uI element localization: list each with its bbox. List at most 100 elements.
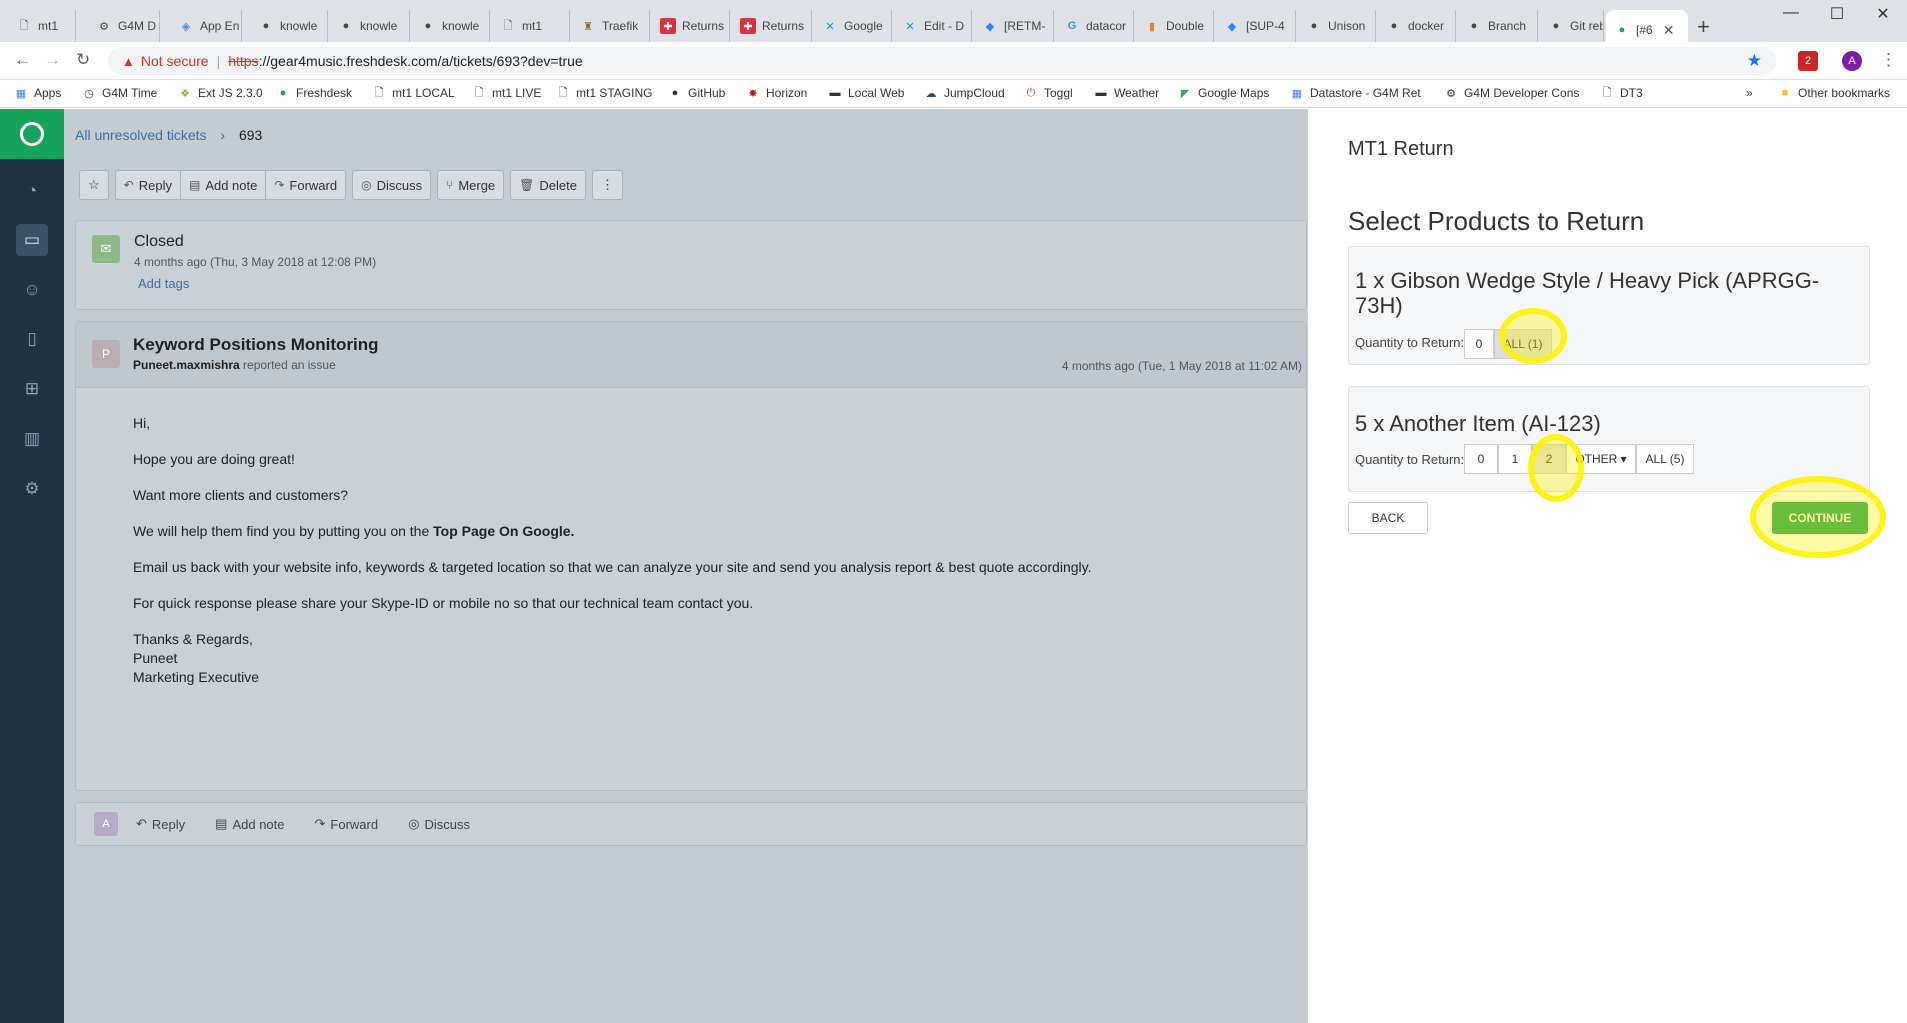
browser-tab[interactable]: ◆ [RETM-: [974, 10, 1054, 42]
browser-tab[interactable]: ✕ Google: [814, 10, 892, 42]
new-tab-button[interactable]: +: [1697, 14, 1710, 40]
dashboard-icon[interactable]: ◔: [16, 175, 48, 207]
forward-button[interactable]: ↷ Forward: [266, 170, 347, 200]
forums-icon[interactable]: ⊞: [16, 373, 48, 405]
browser-tab[interactable]: ✕ Edit - D: [894, 10, 972, 42]
bookmark-apps[interactable]: ▦ Apps: [14, 86, 62, 100]
bookmark-item[interactable]: ⏻ Toggl: [1024, 86, 1073, 100]
not-secure-label[interactable]: Not secure: [141, 53, 209, 69]
browser-tab[interactable]: ● Branch: [1458, 10, 1538, 42]
browser-tab[interactable]: 🗋 mt1: [8, 10, 76, 42]
quantity-option[interactable]: ALL (5): [1636, 444, 1694, 474]
freshdesk-icon: ●: [1618, 24, 1626, 36]
profile-avatar[interactable]: A: [1842, 51, 1862, 71]
window-close-button[interactable]: ✕: [1860, 4, 1906, 24]
url-path: ://gear4music.freshdesk.com/a/tickets/69…: [258, 53, 583, 69]
bookmark-item[interactable]: ▦ Datastore - G4M Ret: [1290, 86, 1421, 100]
bookmark-item[interactable]: ⚙ G4M Developer Cons: [1444, 86, 1579, 100]
add-note-button[interactable]: ▤ Add note: [180, 170, 267, 200]
bookmark-item[interactable]: 🗋 mt1 STAGING: [556, 86, 653, 100]
browser-tab[interactable]: 🗋 mt1: [492, 10, 570, 42]
reply-icon: ↶: [123, 178, 134, 192]
bookmark-item[interactable]: ❖ Ext JS 2.3.0: [178, 86, 263, 100]
merge-button[interactable]: ⑂ Merge: [437, 170, 505, 200]
browser-tab[interactable]: ♜ Traefik: [572, 10, 650, 42]
star-button[interactable]: ☆: [79, 170, 109, 200]
discuss-icon: ◎: [408, 816, 420, 831]
bookmark-item[interactable]: ● Freshdesk: [276, 86, 352, 100]
returns-icon: ✚: [660, 18, 676, 34]
bookmark-item[interactable]: 🗋 mt1 LOCAL: [372, 86, 455, 100]
bookmark-item[interactable]: ✸ Horizon: [746, 86, 807, 100]
bookmark-item[interactable]: ◤ Google Maps: [1178, 86, 1270, 100]
browser-tab[interactable]: ✚ Returns: [732, 10, 812, 42]
settings-gear-icon[interactable]: ⚙: [16, 473, 48, 505]
continue-button[interactable]: CONTINUE: [1772, 502, 1868, 534]
forward-button[interactable]: ↷ Forward: [315, 816, 379, 832]
returns-icon: ✚: [740, 18, 756, 34]
extension-icon[interactable]: 2: [1798, 51, 1818, 71]
discuss-button[interactable]: ◎ Discuss: [352, 170, 432, 200]
freshdesk-logo[interactable]: [0, 109, 64, 159]
back-button[interactable]: BACK: [1348, 502, 1428, 534]
browser-tab[interactable]: ▮ Double: [1136, 10, 1214, 42]
quantity-option[interactable]: 0: [1464, 444, 1498, 474]
ticket-message-card: P Keyword Positions Monitoring Puneet.ma…: [75, 321, 1307, 791]
close-tab-icon[interactable]: ✕: [1663, 22, 1675, 39]
menu-kebab-icon[interactable]: ⋮: [1880, 50, 1897, 70]
browser-tab[interactable]: ● Git reb: [1540, 10, 1604, 42]
url-input[interactable]: ▲ Not secure | https ://gear4music.fresh…: [108, 47, 1776, 75]
bookmark-star-icon[interactable]: ★: [1747, 51, 1762, 71]
bookmark-item[interactable]: ▬ Weather: [1094, 86, 1160, 100]
contacts-icon[interactable]: ☺: [16, 274, 48, 306]
minimize-button[interactable]: —: [1768, 4, 1814, 22]
browser-tab[interactable]: ● knowle: [412, 10, 490, 42]
reply-bar: A ↶ Reply ▤ Add note ↷ Forward ◎ Discuss: [75, 802, 1307, 846]
maximize-button[interactable]: ☐: [1814, 4, 1860, 24]
discuss-button[interactable]: ◎ Discuss: [408, 816, 470, 832]
browser-tab[interactable]: ● knowle: [330, 10, 410, 42]
quantity-option-selected[interactable]: ALL (1): [1494, 329, 1552, 359]
other-bookmarks[interactable]: ■ Other bookmarks: [1778, 86, 1890, 100]
github-icon: ●: [342, 20, 350, 32]
add-note-button[interactable]: ▤ Add note: [215, 816, 284, 832]
tickets-icon[interactable]: ▭: [16, 224, 48, 256]
confluence-icon: ✕: [825, 20, 835, 33]
trash-icon: 🗑: [519, 178, 535, 192]
reload-icon[interactable]: ↻: [76, 50, 90, 70]
bookmarks-overflow[interactable]: »: [1746, 86, 1753, 100]
reply-button[interactable]: ↶ Reply: [136, 816, 185, 832]
freshdesk-icon: ●: [279, 87, 287, 99]
bookmark-item[interactable]: 🗋 DT3: [1600, 86, 1643, 100]
browser-tab[interactable]: ◈ App En: [170, 10, 242, 42]
bookmark-item[interactable]: ☁ JumpCloud: [924, 86, 1005, 100]
breadcrumb-parent-link[interactable]: All unresolved tickets: [75, 127, 207, 143]
status-title: Closed: [134, 233, 184, 250]
bookmark-item[interactable]: ● GitHub: [668, 86, 726, 100]
forward-arrow-icon[interactable]: →: [44, 50, 61, 70]
bookmark-item[interactable]: ◷ G4M Time: [82, 86, 157, 100]
browser-tab[interactable]: ⚙ G4M D: [88, 10, 160, 42]
quantity-option-selected[interactable]: 2: [1532, 444, 1566, 474]
cloud-icon: ☁: [925, 87, 937, 100]
browser-tab[interactable]: ● knowle: [250, 10, 328, 42]
browser-tab[interactable]: ● docker: [1378, 10, 1456, 42]
bookmark-item[interactable]: 🗋 mt1 LIVE: [472, 86, 542, 100]
quantity-option[interactable]: 1: [1498, 444, 1532, 474]
sidebar-nav: ◔ ▭ ☺ ▯ ⊞ ▥ ⚙: [0, 109, 64, 1023]
browser-tab[interactable]: Gdatacor: [1056, 10, 1134, 42]
browser-tab[interactable]: ✚ Returns: [652, 10, 730, 42]
reporter-name[interactable]: Puneet.maxmishra: [133, 358, 240, 372]
quantity-other-dropdown[interactable]: OTHER ▾: [1566, 444, 1636, 474]
reports-icon[interactable]: ▥: [16, 423, 48, 455]
bookmark-item[interactable]: ▬ Local Web: [828, 86, 905, 100]
quantity-option[interactable]: 0: [1464, 329, 1494, 359]
browser-tab[interactable]: ● Unison: [1298, 10, 1376, 42]
add-tags-link[interactable]: Add tags: [138, 276, 189, 291]
back-arrow-icon[interactable]: ←: [14, 50, 31, 70]
solutions-book-icon[interactable]: ▯: [16, 323, 48, 355]
reply-button[interactable]: ↶ Reply: [114, 170, 181, 200]
delete-button[interactable]: 🗑 Delete: [510, 170, 586, 200]
browser-tab[interactable]: ◆ [SUP-4: [1216, 10, 1296, 42]
more-actions-button[interactable]: ⋮: [591, 170, 623, 200]
